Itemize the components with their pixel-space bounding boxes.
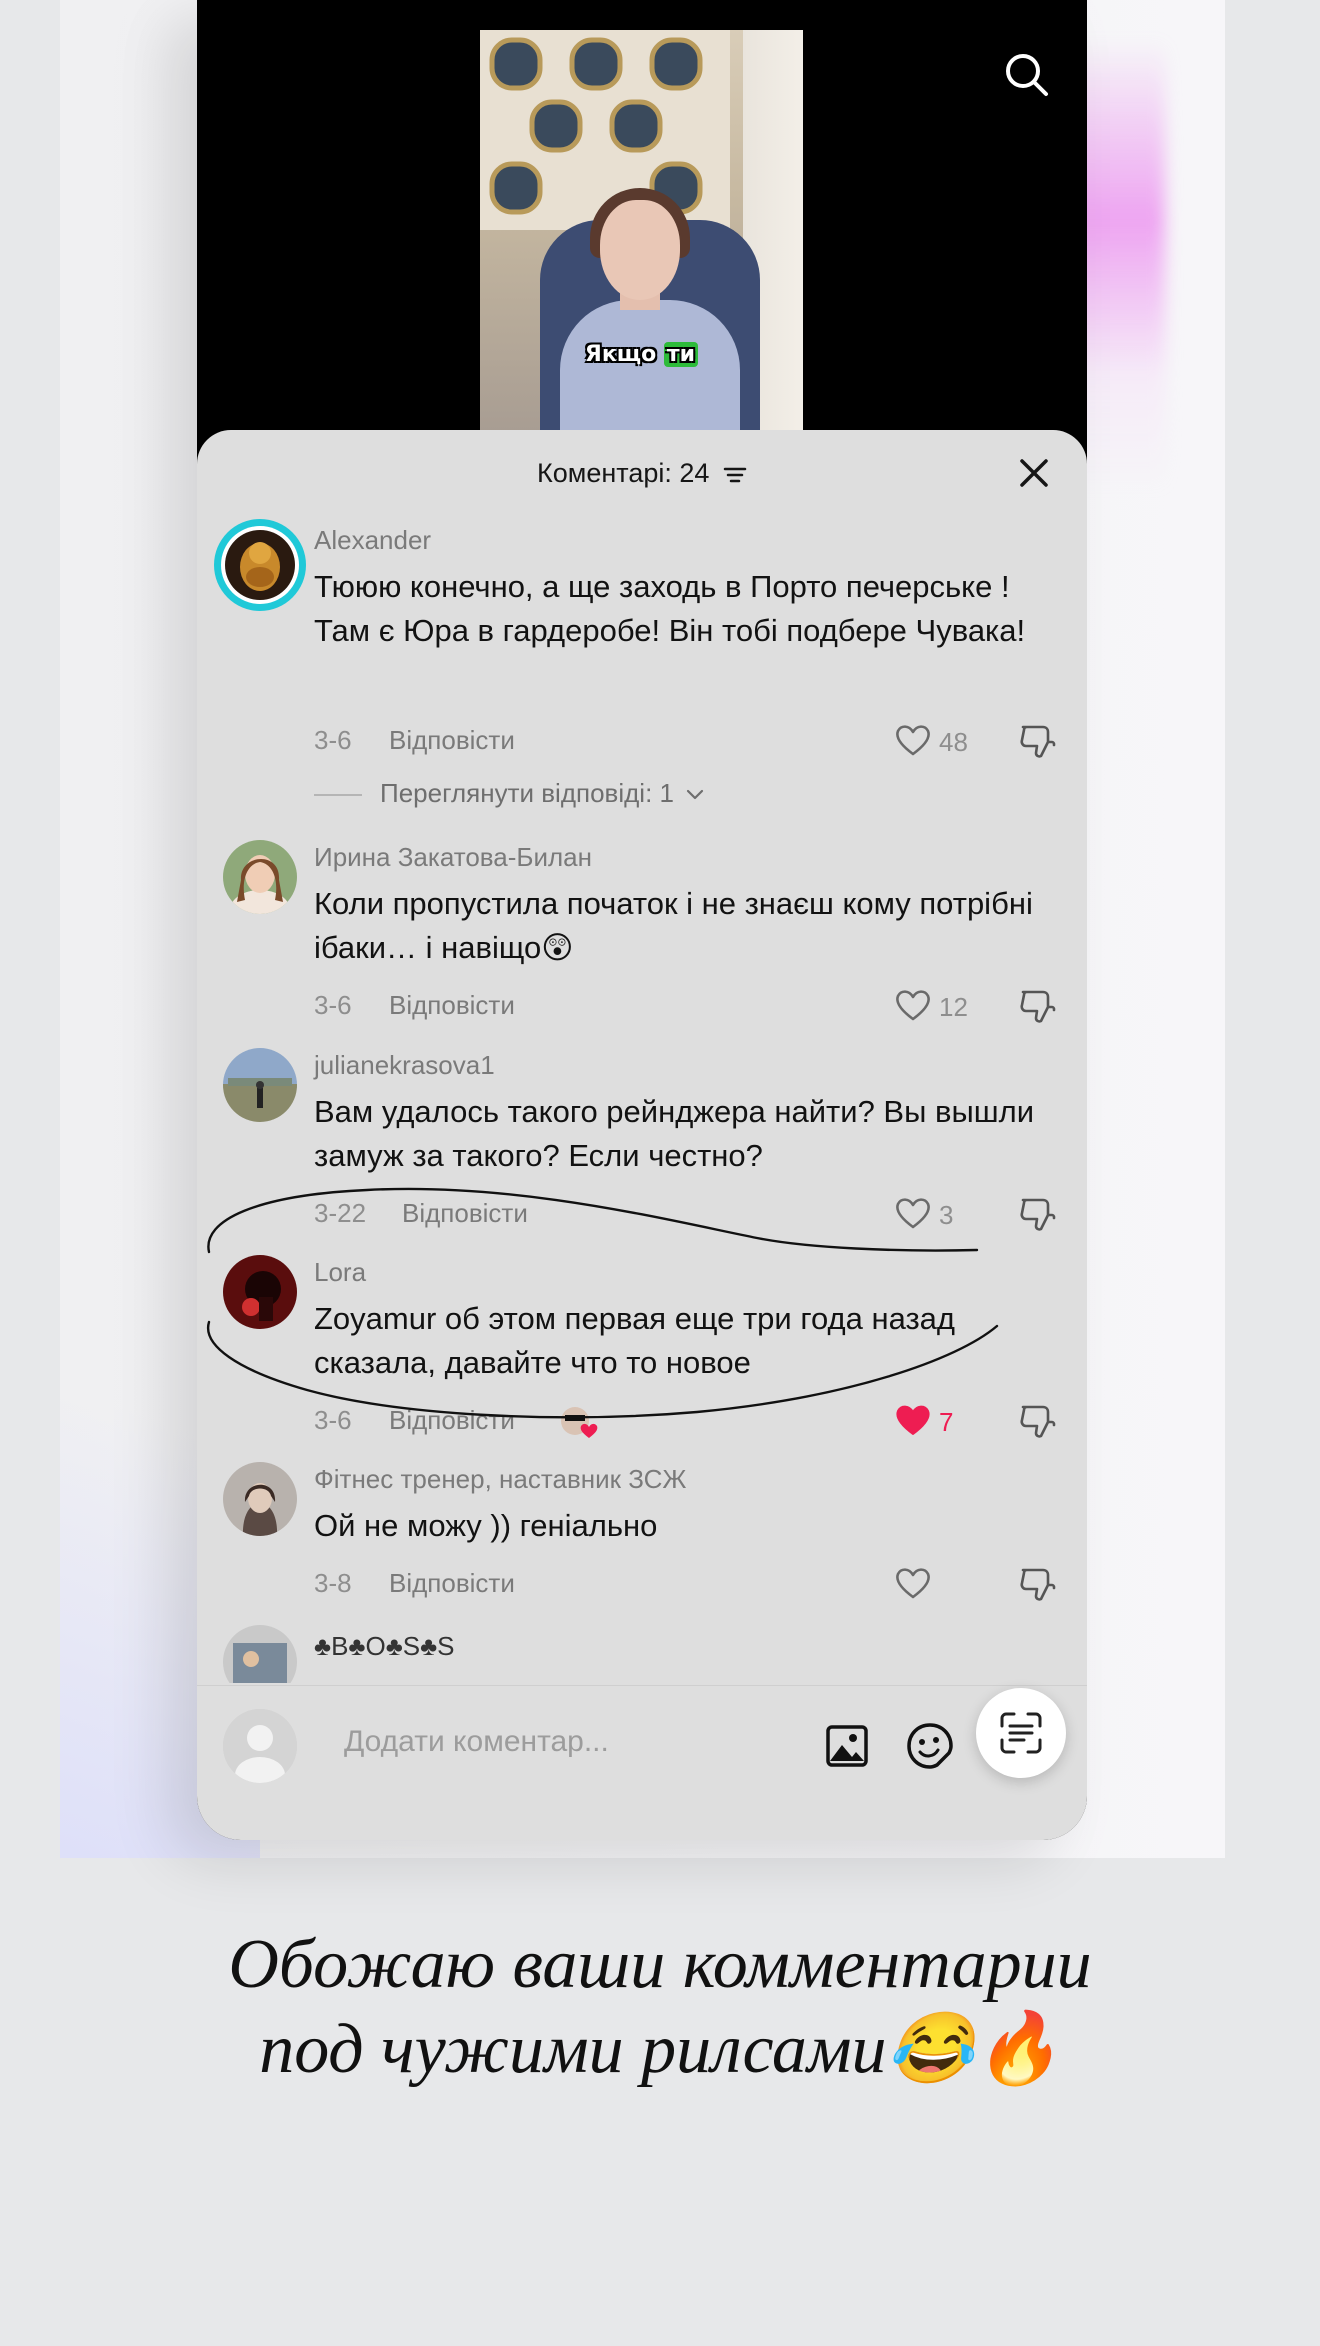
story-caption-line-1: Обожаю ваши комментарии [228,1926,1092,2003]
avatar[interactable] [223,1462,297,1536]
dislike-icon[interactable] [1017,721,1057,761]
like-button[interactable] [894,1564,1004,1604]
comment-date: 3-6 [314,725,352,755]
comment-item: Фітнес тренер, наставник ЗСЖ Ой не можу … [197,1462,1087,1612]
screenshot-frame: Якщо ти Коментарі: 24 Alexander Тююю кон… [197,0,1087,1840]
comment-author[interactable]: Alexander [314,525,431,556]
comment-item: julianekrasova1 Вам удалось такого рейнд… [197,1048,1087,1238]
comment-date: 3-6 [314,990,352,1020]
comment-input[interactable]: Додати коментар... [344,1725,609,1759]
video-player[interactable]: Якщо ти [197,0,1087,440]
comment-date: 3-22 [314,1198,367,1228]
story-caption-line-2: под чужими рилсами😂🔥 [259,2011,1061,2088]
comment-author[interactable]: Ирина Закатова-Билан [314,842,592,873]
heart-icon [896,1568,930,1599]
like-button[interactable]: 3 [894,1194,1004,1234]
subtitle-highlight: ти [663,342,699,367]
like-button[interactable]: 7 [894,1401,1004,1441]
like-count: 7 [939,1407,954,1437]
like-count: 12 [939,992,968,1022]
avatar-image [223,840,297,914]
dislike-icon[interactable] [1017,1194,1057,1234]
comment-author[interactable]: Lora [314,1257,366,1288]
comment-date: 3-8 [314,1568,352,1598]
view-replies-button[interactable]: Переглянути відповіді: 1 [314,778,705,809]
text-scan-button[interactable] [976,1688,1066,1778]
dislike-icon[interactable] [1017,986,1057,1026]
image-icon[interactable] [824,1723,870,1769]
reply-button[interactable]: Відповісти [402,1198,528,1229]
heart-icon [896,990,930,1021]
subtitle-text: Якщо [584,342,657,367]
filter-icon[interactable] [723,465,747,485]
heart-filled-icon [896,1405,930,1435]
replies-divider [314,794,362,797]
like-button[interactable]: 12 [894,986,1004,1026]
comment-input-bar: Додати коментар... [197,1685,1087,1805]
dislike-icon[interactable] [1017,1401,1057,1441]
search-icon[interactable] [1002,50,1052,100]
reply-button[interactable]: Відповісти [389,990,515,1021]
comment-item: ♣B♣O♣S♣S [197,1625,1087,1683]
avatar[interactable] [214,519,306,611]
comment-author[interactable]: ♣B♣O♣S♣S [314,1631,455,1662]
scan-text-icon [1000,1712,1042,1754]
comments-title[interactable]: Коментарі: 24 [197,458,1087,489]
comment-item: Alexander Тююю конечно, а ще заходь в По… [197,519,1087,823]
lattice-decor [480,30,730,230]
avatar-image [223,1462,297,1536]
avatar[interactable] [223,1048,297,1122]
default-avatar-icon [223,1709,297,1783]
avatar[interactable] [223,1625,297,1683]
comment-text: Ой не можу )) геніально [314,1508,658,1543]
my-avatar [223,1709,297,1783]
dislike-icon[interactable] [1017,1564,1057,1604]
comment-text: Zoyamur об этом первая еще три года наза… [314,1301,956,1380]
input-divider [197,1685,1087,1686]
comment-text: Тююю конечно, а ще заходь в Порто печерс… [314,569,1026,648]
comment-author[interactable]: Фітнес тренер, наставник ЗСЖ [314,1464,686,1495]
comments-header: Коментарі: 24 [197,430,1087,514]
comments-sheet: Коментарі: 24 Alexander Тююю конечно, а … [197,430,1087,1840]
comment-text: Коли пропустила початок і не знаєш кому … [314,886,1033,965]
video-thumbnail[interactable]: Якщо ти [480,30,803,440]
reply-button[interactable]: Відповісти [389,725,515,756]
person-body [560,300,740,440]
avatar-image [223,1048,297,1122]
video-subtitle: Якщо ти [480,342,803,367]
view-replies-label: Переглянути відповіді: 1 [380,778,674,808]
like-button[interactable]: 48 [894,721,1004,761]
avatar-image [223,1255,297,1329]
heart-icon [896,725,930,756]
sticker-icon[interactable] [905,1721,955,1771]
person-head [600,200,680,300]
avatar[interactable] [223,1255,297,1329]
avatar-image [223,1625,297,1683]
comment-author[interactable]: julianekrasova1 [314,1050,495,1081]
heart-icon [896,1198,930,1229]
comment-date: 3-6 [314,1405,352,1435]
close-icon[interactable] [1015,454,1053,492]
comment-item: Ирина Закатова-Билан Коли пропустила поч… [197,840,1087,1030]
comment-item: Lora Zoyamur об этом первая еще три года… [197,1255,1087,1445]
like-count: 3 [939,1200,954,1230]
comments-count-label: Коментарі: 24 [537,458,710,488]
comment-text: Вам удалось такого рейнджера найти? Вы в… [314,1094,1035,1173]
chevron-down-icon [687,790,704,800]
like-count: 48 [939,727,968,757]
reply-button[interactable]: Відповісти [389,1405,515,1436]
reply-button[interactable]: Відповісти [389,1568,515,1599]
creator-liked-badge [561,1407,598,1438]
avatar-image [221,526,299,604]
avatar[interactable] [223,840,297,914]
